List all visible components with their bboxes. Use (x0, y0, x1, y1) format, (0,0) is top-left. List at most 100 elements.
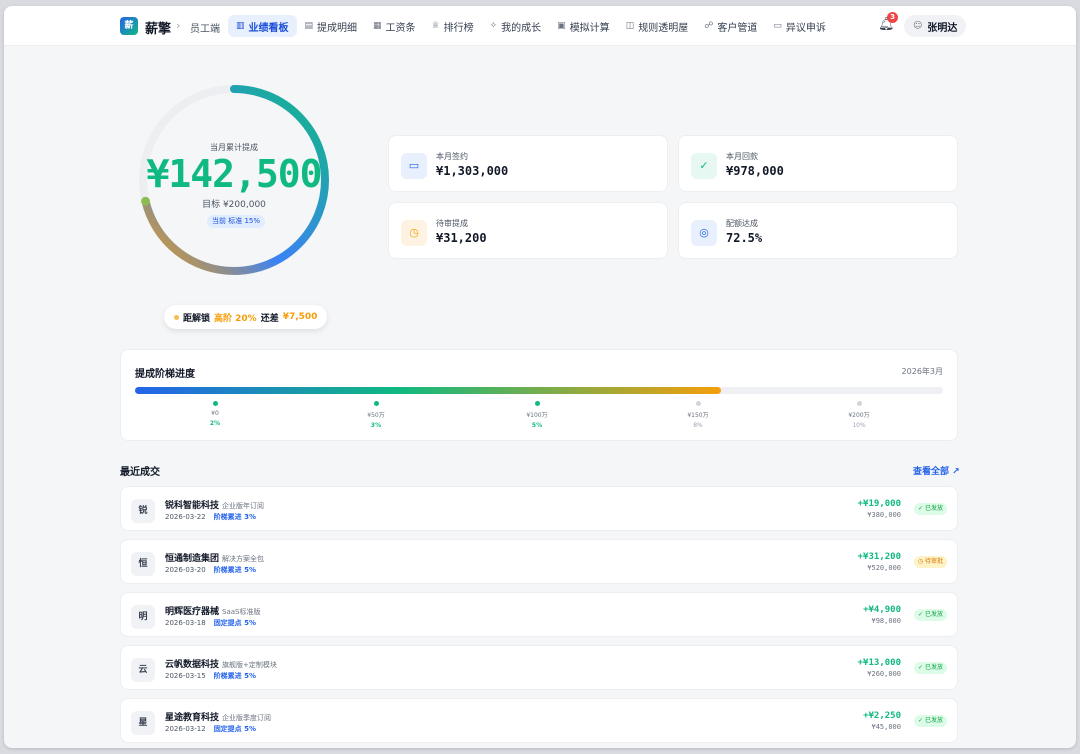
company-name-text: 恒通制造集团 (165, 554, 220, 564)
main-nav: ▥ 业绩看板 ▤ 提成明细 ▦ 工资条 ♕ 排行榜 ✧ 我的成长 ▣ 模拟计算 ◫ 规则透明屋 ☍ 客户管道 ▭… (228, 15, 834, 37)
view-all-link[interactable]: 查看全部 ↗ (913, 464, 960, 477)
tick-rate: 3% (370, 422, 382, 429)
status-badge: ◷ 待审批 (913, 556, 947, 568)
deal-meta: 2026-03-12 固定提点 5% (165, 724, 256, 734)
tick-amount: ¥200万 (848, 412, 870, 419)
user-name: 张明达 (927, 22, 958, 34)
deal-plan: SaaS标准版 (222, 608, 261, 616)
tier-ladder-card: 提成阶梯进度 2026年3月 ¥0 2% ¥50万 3% ¥100万 5% ¥150万 8% ¥… (120, 349, 958, 441)
tick-rate: 2% (209, 420, 221, 427)
deal-meta: 2026-03-15 阶梯累进 5% (165, 671, 256, 681)
deal-date: 2026-03-12 (165, 725, 206, 733)
status-text: 已发放 (924, 717, 943, 724)
top-nav-bar: 薪 薪擎 › 员工端 ▥ 业绩看板 ▤ 提成明细 ▦ 工资条 ♕ 排行榜 ✧ 我的成长 ▣ 模拟计算 ◫… (4, 6, 1076, 46)
check-circle-icon: ✓ (918, 717, 925, 724)
deal-date: 2026-03-15 (165, 672, 206, 680)
tick-dot-icon (856, 401, 862, 406)
stat-card-2: ✓ 本月回款 ¥978,000 (678, 135, 958, 192)
nav-item-8[interactable]: ☍ 客户管道 (696, 15, 765, 37)
nav-item-label: 模拟计算 (569, 22, 610, 34)
company-avatar: 星 (131, 711, 155, 735)
deal-amount: ¥45,000 (871, 723, 901, 731)
stat-value: ¥1,303,000 (436, 164, 509, 178)
nav-item-label: 排行榜 (443, 22, 474, 34)
company-name: 星途教育科技 企业版季度订阅 (165, 710, 271, 723)
ring-summary: 当月累计提成 ¥142,500 目标 ¥200,000 当前 标准 15% (134, 80, 334, 280)
clock-icon: ◷ (917, 558, 925, 565)
unlock-tier: 高阶 20% (214, 313, 257, 324)
deal-amount: ¥520,000 (867, 564, 901, 572)
hint-dot-icon (174, 314, 179, 320)
deal-commission: +¥31,200 (857, 552, 901, 562)
bar-chart-icon: ▥ (236, 21, 245, 31)
deal-plan: 解决方案全包 (222, 555, 265, 563)
company-avatar: 锐 (131, 499, 155, 523)
deal-row[interactable]: 星星途教育科技 企业版季度订阅 2026-03-12 固定提点 5% +¥2,250 ¥4… (120, 698, 958, 743)
target-icon: ◎ (691, 220, 717, 246)
ladder-tick: ¥50万 3% (346, 401, 406, 429)
nav-item-2[interactable]: ▤ 提成明细 (297, 15, 366, 37)
cash-icon: ▭ (401, 153, 427, 179)
ladder-tick: ¥100万 5% (507, 401, 567, 429)
nav-item-label: 规则透明屋 (638, 22, 689, 34)
company-name: 锐科智能科技 企业版年订阅 (165, 498, 264, 511)
tick-rate: 10% (852, 422, 866, 429)
nav-item-6[interactable]: ▣ 模拟计算 (549, 15, 618, 37)
tick-amount: ¥0 (211, 410, 219, 417)
nav-item-3[interactable]: ▦ 工资条 (365, 15, 424, 37)
company-name-text: 星途教育科技 (165, 713, 220, 723)
deal-row[interactable]: 恒恒通制造集团 解决方案全包 2026-03-20 阶梯累进 5% +¥31,200 ¥5… (120, 539, 958, 584)
nav-item-4[interactable]: ♕ 排行榜 (424, 15, 482, 37)
status-badge: ✓ 已发放 (914, 715, 947, 727)
tick-dot-icon (212, 401, 218, 406)
sparkle-icon: ✧ (489, 21, 498, 31)
stat-label: 本月回款 (726, 152, 758, 161)
company-name-text: 锐科智能科技 (165, 501, 220, 511)
nav-item-1[interactable]: ▥ 业绩看板 (228, 15, 297, 37)
deal-row[interactable]: 明明辉医疗器械 SaaS标准版 2026-03-18 固定提点 5% +¥4,900 ¥9… (120, 592, 958, 637)
status-badge: ✓ 已发放 (914, 503, 947, 515)
company-name: 恒通制造集团 解决方案全包 (165, 551, 264, 564)
nav-item-9[interactable]: ▭ 异议申诉 (765, 15, 834, 37)
deal-plan: 旗舰版+定制模块 (222, 661, 277, 669)
monthly-commission-value: ¥142,500 (146, 152, 322, 196)
deal-date: 2026-03-18 (165, 619, 206, 627)
trophy-icon: ♕ (431, 21, 440, 31)
nav-item-5[interactable]: ✧ 我的成长 (482, 15, 550, 37)
deal-plan: 企业版年订阅 (222, 502, 265, 510)
nav-item-label: 我的成长 (501, 22, 542, 34)
unlock-gap: ¥7,500 (282, 312, 318, 322)
current-tier-badge: 当前 标准 15% (207, 215, 266, 228)
commission-target: 目标 ¥200,000 (202, 200, 266, 210)
nav-item-7[interactable]: ◫ 规则透明屋 (618, 15, 697, 37)
tick-amount: ¥50万 (367, 412, 385, 419)
deal-amount: ¥260,000 (867, 670, 901, 678)
stat-card-3: ◷ 待审提成 ¥31,200 (388, 202, 668, 259)
deal-commission: +¥2,250 (863, 711, 901, 721)
user-menu[interactable]: ☺ 张明达 (904, 15, 967, 37)
tick-amount: ¥100万 (526, 412, 548, 419)
stat-card-4: ◎ 配额达成 72.5% (678, 202, 958, 259)
deal-meta: 2026-03-20 阶梯累进 5% (165, 565, 256, 575)
deal-row[interactable]: 云云帆数据科技 旗舰版+定制模块 2026-03-15 阶梯累进 5% +¥13,000… (120, 645, 958, 690)
breadcrumb[interactable]: 员工端 (190, 20, 220, 35)
payslip-icon: ▦ (373, 21, 382, 31)
stat-label: 待审提成 (436, 219, 468, 228)
nav-item-label: 工资条 (385, 22, 416, 34)
ladder-tick: ¥0 2% (185, 401, 245, 427)
status-text: 待审批 (924, 558, 943, 565)
deal-date: 2026-03-20 (165, 566, 206, 574)
ladder-progress-track (135, 387, 943, 394)
clock-icon: ◷ (401, 220, 427, 246)
deal-rule: 阶梯累进 3% (213, 513, 257, 521)
app-logo[interactable]: 薪 (120, 17, 138, 35)
company-avatar: 云 (131, 658, 155, 682)
check-circle-icon: ✓ (918, 505, 925, 512)
message-icon: ▭ (773, 21, 782, 31)
deal-date: 2026-03-22 (165, 513, 206, 521)
deal-row[interactable]: 锐锐科智能科技 企业版年订阅 2026-03-22 阶梯累进 3% +¥19,000 ¥3… (120, 486, 958, 531)
app-window: 薪 薪擎 › 员工端 ▥ 业绩看板 ▤ 提成明细 ▦ 工资条 ♕ 排行榜 ✧ 我的成长 ▣ 模拟计算 ◫… (4, 6, 1076, 748)
document-icon: ▤ (304, 21, 314, 31)
nav-item-label: 客户管道 (717, 22, 758, 34)
deal-plan: 企业版季度订阅 (222, 714, 272, 722)
